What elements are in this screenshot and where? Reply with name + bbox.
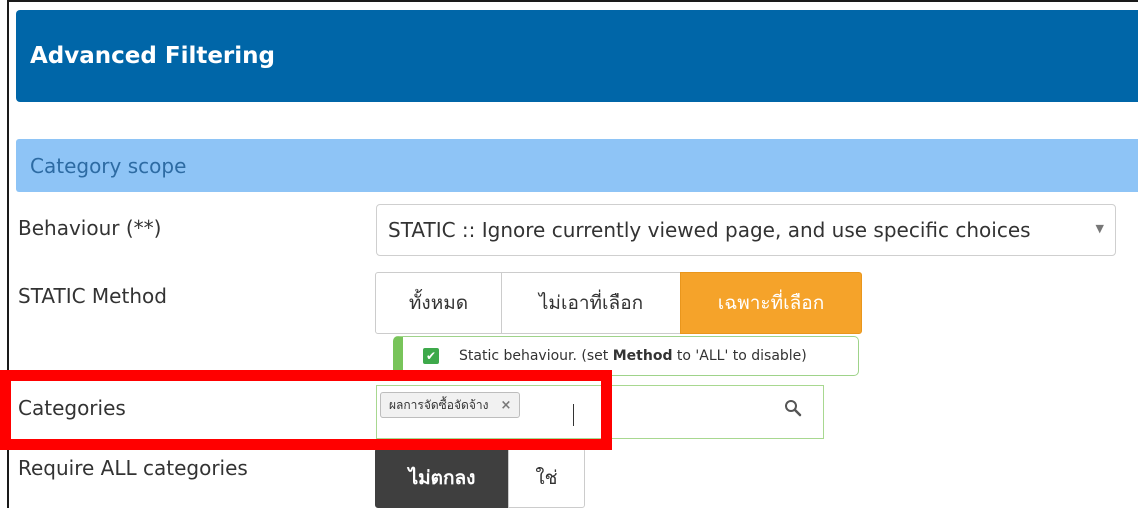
require-all-button-group: ไม่ตกลง ใช่ bbox=[375, 448, 585, 508]
behaviour-selected-value: STATIC :: Ignore currently viewed page, … bbox=[388, 218, 1031, 242]
text-cursor bbox=[573, 404, 574, 426]
static-method-label: STATIC Method bbox=[18, 284, 167, 308]
behaviour-label: Behaviour (**) bbox=[18, 216, 162, 240]
categories-input[interactable]: ผลการจัดซื้อจัดจ้าง × bbox=[376, 385, 824, 439]
section-title: Category scope bbox=[30, 153, 187, 178]
require-all-yes-button[interactable]: ใช่ bbox=[508, 448, 585, 508]
static-method-button-group: ทั้งหมด ไม่เอาที่เลือก เฉพาะที่เลือก bbox=[375, 272, 862, 334]
static-method-exclude-button[interactable]: ไม่เอาที่เลือก bbox=[501, 272, 681, 334]
require-all-label: Require ALL categories bbox=[18, 456, 248, 480]
section-header: Category scope bbox=[16, 139, 1138, 192]
static-method-include-button[interactable]: เฉพาะที่เลือก bbox=[680, 272, 862, 334]
page-title: Advanced Filtering bbox=[30, 43, 275, 69]
notice-text: Static behaviour. (set Method to 'ALL' t… bbox=[459, 348, 807, 364]
categories-label: Categories bbox=[18, 396, 126, 420]
chevron-down-icon: ▼ bbox=[1095, 222, 1104, 235]
frame-border-top bbox=[7, 0, 1138, 2]
behaviour-select[interactable]: STATIC :: Ignore currently viewed page, … bbox=[376, 204, 1116, 256]
remove-tag-icon[interactable]: × bbox=[500, 398, 511, 413]
static-behaviour-notice: ✔ Static behaviour. (set Method to 'ALL'… bbox=[393, 336, 859, 376]
category-tag: ผลการจัดซื้อจัดจ้าง × bbox=[380, 392, 521, 418]
static-method-all-button[interactable]: ทั้งหมด bbox=[375, 272, 502, 334]
panel-header: Advanced Filtering bbox=[16, 10, 1138, 102]
search-icon[interactable] bbox=[783, 398, 803, 418]
frame-border-left bbox=[7, 0, 9, 508]
require-all-no-button[interactable]: ไม่ตกลง bbox=[375, 448, 509, 508]
check-icon: ✔ bbox=[423, 348, 439, 364]
category-tag-label: ผลการจัดซื้อจัดจ้าง bbox=[389, 397, 489, 412]
